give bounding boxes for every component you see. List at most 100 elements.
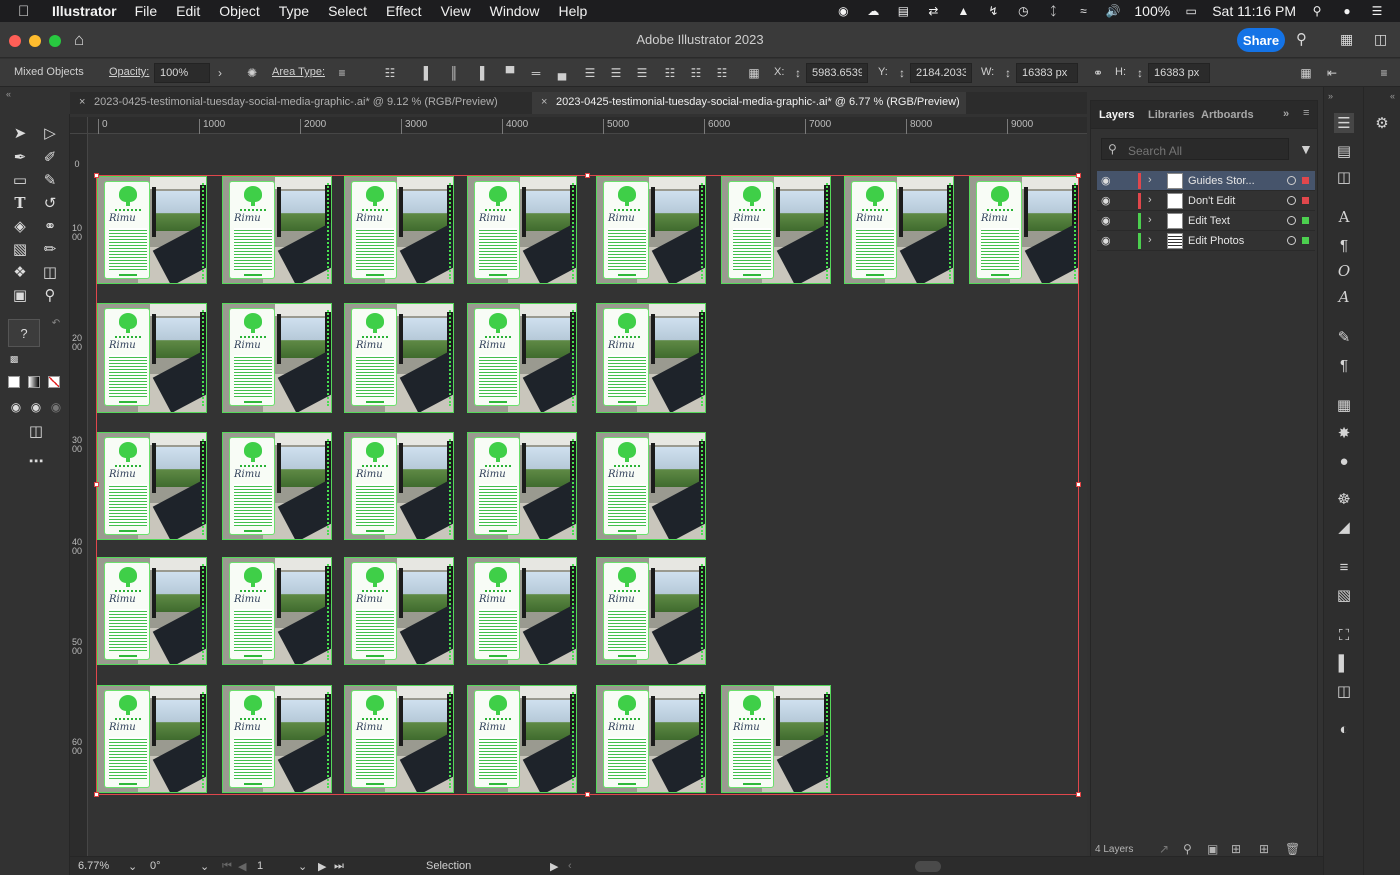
- panel-menu-icon[interactable]: ≡: [1303, 107, 1309, 119]
- previous-artboard-icon[interactable]: ◀: [238, 860, 246, 873]
- wifi-icon[interactable]: ≈: [1074, 4, 1092, 18]
- eraser-tool-icon[interactable]: ◈: [8, 215, 32, 237]
- stroke-panel-icon[interactable]: ≡: [1334, 557, 1354, 577]
- distribute-top-icon[interactable]: ☰: [582, 65, 598, 81]
- apple-menu-icon[interactable]: : [18, 3, 38, 20]
- unknown-tool-icon[interactable]: ?: [8, 319, 40, 347]
- search-icon[interactable]: ⚲: [1296, 30, 1307, 48]
- pathfinder-panel-icon[interactable]: ◫: [1334, 681, 1354, 701]
- align-top-icon[interactable]: ▀: [502, 65, 518, 81]
- resize-handle[interactable]: [585, 173, 590, 178]
- volume-icon[interactable]: 🔊: [1104, 4, 1122, 18]
- area-type-label[interactable]: Area Type:: [272, 66, 325, 78]
- resize-handle[interactable]: [585, 792, 590, 797]
- graphic-styles-icon[interactable]: ●: [1334, 451, 1354, 471]
- close-tab-icon[interactable]: ×: [79, 96, 85, 108]
- creative-cloud-icon[interactable]: ◉: [834, 4, 852, 18]
- distribute-hcenter-icon[interactable]: ☷: [688, 65, 704, 81]
- align-left-icon[interactable]: ▌: [420, 65, 436, 81]
- panel-toggle-icon[interactable]: ◫: [1374, 31, 1387, 48]
- share-button[interactable]: Share: [1237, 28, 1285, 52]
- resize-handle[interactable]: [94, 792, 99, 797]
- document-tab-active[interactable]: × 2023-0425-testimonial-tuesday-social-m…: [532, 92, 966, 114]
- toolbar-collapse-icon[interactable]: «: [6, 89, 11, 99]
- layer-name[interactable]: Guides Stor...: [1188, 175, 1284, 187]
- pages-panel-icon[interactable]: ◫: [1334, 167, 1354, 187]
- spotlight-search-icon[interactable]: ⚲: [1308, 4, 1326, 18]
- distribute-left-icon[interactable]: ☷: [662, 65, 678, 81]
- expand-chevron-icon[interactable]: ›: [1148, 214, 1152, 226]
- menu-view[interactable]: View: [441, 3, 471, 19]
- app-menu[interactable]: Illustrator: [52, 3, 117, 19]
- scroll-left-icon[interactable]: ‹: [568, 860, 572, 872]
- puppet-warp-tool-icon[interactable]: ❖: [8, 261, 32, 283]
- rotate-tool-icon[interactable]: ↺: [38, 192, 62, 214]
- upload-icon[interactable]: ▲: [954, 4, 972, 18]
- export-icon[interactable]: ↗: [1159, 842, 1169, 856]
- rotation-dropdown-icon[interactable]: ⌄: [200, 860, 209, 873]
- curvature-tool-icon[interactable]: ✐: [38, 146, 62, 168]
- fill-color-swatch[interactable]: [8, 376, 20, 388]
- w-stepper-icon[interactable]: ↕: [1000, 65, 1016, 81]
- siri-icon[interactable]: ●: [1338, 4, 1356, 18]
- layer-selection-indicator[interactable]: [1302, 197, 1309, 204]
- selection-bounding-box[interactable]: [96, 175, 1079, 795]
- symbols-panel-icon[interactable]: ✸: [1334, 423, 1354, 443]
- layer-row[interactable]: ◉ › Edit Text: [1097, 211, 1315, 231]
- artboard-dropdown-icon[interactable]: ⌄: [298, 860, 307, 873]
- layer-name[interactable]: Edit Text: [1188, 215, 1284, 227]
- expand-chevron-icon[interactable]: ›: [1148, 234, 1152, 246]
- paragraph-styles-icon[interactable]: ¶: [1334, 355, 1354, 375]
- layer-selection-indicator[interactable]: [1302, 237, 1309, 244]
- direct-selection-tool-icon[interactable]: ▷: [38, 122, 62, 144]
- menu-select[interactable]: Select: [328, 3, 367, 19]
- distribute-bottom-icon[interactable]: ☰: [634, 65, 650, 81]
- bluetooth-icon[interactable]: ᛨ: [1044, 4, 1062, 18]
- x-field[interactable]: [806, 63, 868, 83]
- gradient-panel-icon[interactable]: ▧: [1334, 585, 1354, 605]
- eyedropper-tool-icon[interactable]: ✏: [38, 238, 62, 260]
- menu-window[interactable]: Window: [490, 3, 540, 19]
- none-swatch[interactable]: [48, 376, 60, 388]
- zoom-dropdown-icon[interactable]: ⌄: [128, 860, 137, 873]
- color-guide-icon[interactable]: ◢: [1334, 517, 1354, 537]
- layer-row[interactable]: ◉ › Edit Photos: [1097, 231, 1315, 251]
- transform-icon[interactable]: ▦: [1298, 65, 1314, 81]
- layer-target-icon[interactable]: [1287, 196, 1296, 205]
- x-stepper-icon[interactable]: ↕: [790, 65, 806, 81]
- rotation-value[interactable]: 0°: [150, 860, 161, 872]
- last-artboard-icon[interactable]: ⏭: [334, 860, 344, 873]
- lasso-tool-icon[interactable]: ⚭: [38, 215, 62, 237]
- layers-panel-icon[interactable]: ☰: [1334, 113, 1354, 133]
- shape-builder-tool-icon[interactable]: ◫: [38, 261, 62, 283]
- first-artboard-icon[interactable]: ⏮: [222, 860, 232, 873]
- recolor-artwork-icon[interactable]: ✺: [244, 65, 260, 81]
- layer-target-icon[interactable]: [1287, 236, 1296, 245]
- align-to-selection-icon[interactable]: ☷: [382, 65, 398, 81]
- status-menu-icon[interactable]: ▶: [550, 860, 558, 873]
- rectangle-tool-icon[interactable]: ▭: [8, 169, 32, 191]
- layer-selection-indicator[interactable]: [1302, 217, 1309, 224]
- paragraph-panel-icon[interactable]: ¶: [1334, 235, 1354, 255]
- drive-icon[interactable]: ▤: [894, 4, 912, 18]
- control-menu-icon[interactable]: ≡: [1376, 65, 1392, 81]
- h-stepper-icon[interactable]: ↕: [1132, 65, 1148, 81]
- zoom-tool-icon[interactable]: ⚲: [38, 284, 62, 306]
- appearance-panel-icon[interactable]: ◐: [1334, 719, 1354, 739]
- distribute-right-icon[interactable]: ☷: [714, 65, 730, 81]
- artboard-number[interactable]: 1: [257, 860, 263, 872]
- canvas[interactable]: Rimu Rimu Rimu Rimu Rimu Rimu Rimu Rimu Rimu Rimu…: [88, 134, 1087, 856]
- selection-tool-icon[interactable]: ➤: [8, 122, 32, 144]
- filter-icon[interactable]: ▼: [1299, 141, 1313, 157]
- align-right-icon[interactable]: ▐: [472, 65, 488, 81]
- resize-handle[interactable]: [1076, 173, 1081, 178]
- sync-icon[interactable]: ⇄: [924, 4, 942, 18]
- tab-libraries[interactable]: Libraries: [1148, 109, 1194, 121]
- screen-mode-icon[interactable]: ◫: [24, 420, 48, 442]
- menu-file[interactable]: File: [135, 3, 158, 19]
- paragraph-align-icon[interactable]: ≡: [334, 65, 350, 81]
- close-tab-icon[interactable]: ×: [541, 96, 547, 108]
- make-clipping-mask-icon[interactable]: ▣: [1207, 842, 1218, 856]
- vertical-ruler[interactable]: 0 1000 2000 3000 4000 5000 6000: [70, 134, 88, 856]
- swatches-panel-icon[interactable]: ▦: [1334, 395, 1354, 415]
